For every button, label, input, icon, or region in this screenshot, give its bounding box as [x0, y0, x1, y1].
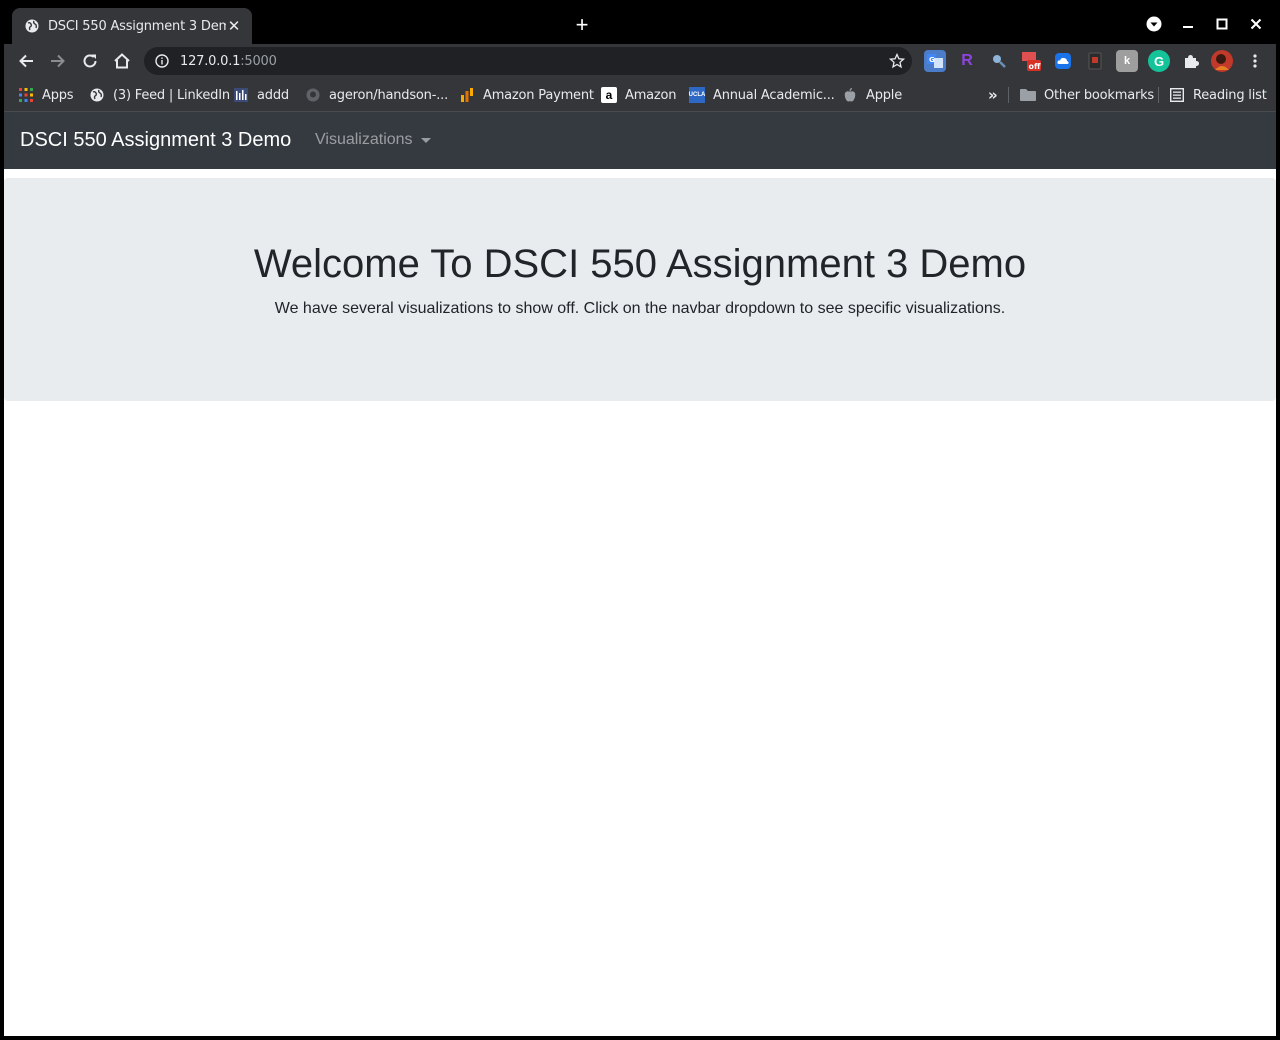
globe-icon	[24, 18, 40, 34]
translate-extension-icon[interactable]: G	[924, 50, 946, 72]
page-title: Welcome To DSCI 550 Assignment 3 Demo	[253, 242, 1027, 286]
bookmarks-divider	[1008, 87, 1009, 103]
site-info-icon[interactable]	[154, 53, 170, 69]
jumbotron: Welcome To DSCI 550 Assignment 3 Demo We…	[4, 178, 1276, 401]
apps-grid-icon	[18, 87, 34, 103]
tab-close-icon[interactable]: ✕	[226, 17, 242, 35]
bookmark-apps[interactable]: Apps	[18, 85, 74, 105]
folder-icon	[1020, 87, 1036, 103]
browser-menu-icon[interactable]	[1244, 50, 1266, 72]
new-tab-icon[interactable]: +	[570, 14, 594, 38]
apple-icon	[842, 87, 858, 103]
ucla-icon: UCLA	[689, 87, 705, 103]
other-bookmarks-folder[interactable]: Other bookmarks	[1020, 85, 1154, 105]
reading-list-label: Reading list	[1193, 87, 1267, 103]
url-port: :5000	[240, 53, 277, 69]
globe-icon	[89, 87, 105, 103]
navbar-brand[interactable]: DSCI 550 Assignment 3 Demo	[20, 129, 291, 152]
extensions-puzzle-icon[interactable]	[1180, 50, 1202, 72]
url-host: 127.0.0.1	[180, 53, 241, 69]
bars-icon	[233, 87, 249, 103]
url-text: 127.0.0.1:5000	[180, 54, 277, 69]
cloud-extension-icon[interactable]	[1052, 50, 1074, 72]
bookmark-github[interactable]: ageron/handson-...	[305, 85, 448, 105]
overflow-glyph: »	[988, 86, 998, 104]
bookmark-label: Apps	[42, 87, 74, 103]
dropdown-label: Visualizations	[315, 131, 413, 148]
off-extension-icon[interactable]: off	[1020, 50, 1042, 72]
bookmark-label: addd	[257, 87, 289, 103]
tab-strip: DSCI 550 Assignment 3 Demo ✕ +	[0, 0, 1280, 44]
reading-list-icon	[1169, 87, 1185, 103]
search-extension-icon[interactable]	[988, 50, 1010, 72]
amazon-icon: a	[601, 87, 617, 103]
bookmarks-bar: Apps (3) Feed | LinkedIn addd ageron/han…	[4, 78, 1276, 112]
bookmark-addd[interactable]: addd	[233, 85, 289, 105]
grammarly-extension-icon[interactable]: G	[1148, 50, 1170, 72]
browser-toolbar: 127.0.0.1:5000 G R off k G	[4, 44, 1276, 78]
bookmark-label: Annual Academic...	[713, 87, 835, 103]
bookmark-label: Amazon Payment	[483, 87, 594, 103]
bookmark-label: Amazon	[625, 87, 677, 103]
tab-active[interactable]: DSCI 550 Assignment 3 Demo ✕	[12, 8, 252, 44]
window-controls	[1136, 10, 1272, 38]
home-icon[interactable]	[108, 47, 136, 75]
avatar[interactable]	[1211, 50, 1233, 72]
svg-text:G: G	[929, 56, 935, 64]
lead-text: We have several visualizations to show o…	[274, 300, 1006, 317]
bookmark-linkedin[interactable]: (3) Feed | LinkedIn	[89, 85, 230, 105]
page-content: DSCI 550 Assignment 3 Demo Visualization…	[4, 112, 1276, 1036]
close-icon[interactable]	[1240, 10, 1272, 38]
site-navbar: DSCI 550 Assignment 3 Demo Visualization…	[4, 112, 1276, 169]
bookmark-star-icon[interactable]	[888, 52, 906, 70]
back-icon[interactable]	[12, 47, 40, 75]
chart-icon	[459, 87, 475, 103]
bookmark-label: ageron/handson-...	[329, 87, 448, 103]
bookmark-apple[interactable]: Apple	[842, 85, 902, 105]
visualizations-dropdown[interactable]: Visualizations	[315, 131, 431, 149]
tab-title: DSCI 550 Assignment 3 Demo	[48, 18, 226, 34]
r-extension-icon[interactable]: R	[956, 50, 978, 72]
bookmark-amazon[interactable]: a Amazon	[601, 85, 677, 105]
k-extension-icon[interactable]: k	[1116, 50, 1138, 72]
reading-list[interactable]: Reading list	[1169, 85, 1267, 105]
bookmark-amazon-payment[interactable]: Amazon Payment	[459, 85, 594, 105]
address-bar[interactable]: 127.0.0.1:5000	[144, 47, 912, 75]
minimize-icon[interactable]	[1172, 10, 1204, 38]
chevron-down-icon	[420, 137, 431, 143]
bookmark-label: (3) Feed | LinkedIn	[113, 87, 230, 103]
profile-dropdown-icon[interactable]	[1138, 10, 1170, 38]
forward-icon[interactable]	[44, 47, 72, 75]
reload-icon[interactable]	[76, 47, 104, 75]
doc-extension-icon[interactable]	[1084, 50, 1106, 72]
bookmarks-divider	[1158, 87, 1159, 103]
other-bookmarks-label: Other bookmarks	[1044, 87, 1155, 103]
github-icon	[305, 87, 321, 103]
svg-text:off: off	[1029, 62, 1041, 71]
bookmark-ucla[interactable]: UCLA Annual Academic...	[689, 85, 835, 105]
browser-window: DSCI 550 Assignment 3 Demo ✕ + 127.0.0.1…	[0, 0, 1280, 1040]
maximize-icon[interactable]	[1206, 10, 1238, 38]
bookmark-label: Apple	[866, 87, 903, 103]
bookmarks-overflow-icon[interactable]: »	[988, 85, 998, 105]
